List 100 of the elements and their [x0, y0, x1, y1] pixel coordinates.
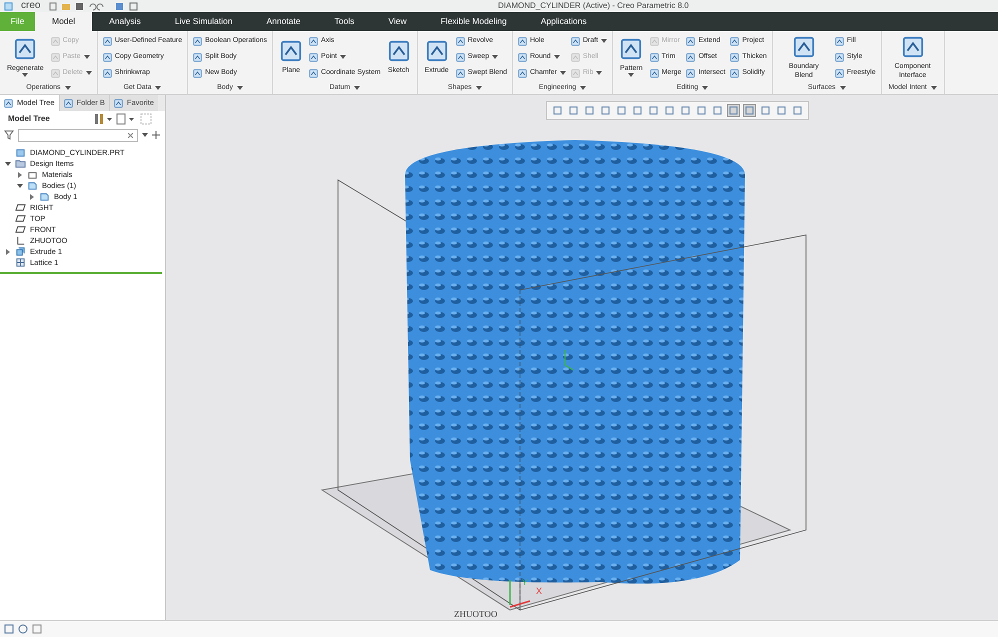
- tool-icon: [64, 98, 73, 108]
- collapsed-arrow-icon[interactable]: [16, 172, 22, 178]
- ribbon-tab[interactable]: Live Simulation: [158, 12, 250, 31]
- tool-icon: [570, 36, 580, 46]
- tool-icon: [730, 52, 740, 62]
- caret-icon: [476, 86, 482, 90]
- caret-icon: [560, 71, 566, 75]
- ribbon-tab[interactable]: View: [371, 12, 424, 31]
- view-tool-button[interactable]: [679, 104, 692, 117]
- caret-icon: [702, 86, 708, 90]
- tool-icon: [730, 68, 740, 78]
- add-icon[interactable]: [152, 131, 160, 139]
- view-tool-button[interactable]: [551, 104, 564, 117]
- tool-icon: [570, 52, 580, 62]
- tool-icon: [902, 36, 924, 58]
- tool-icon: [309, 52, 318, 62]
- tool-icon: [650, 68, 659, 78]
- tool-icon: [309, 36, 318, 46]
- view-tool-button[interactable]: [567, 104, 580, 117]
- collapsed-arrow-icon[interactable]: [28, 194, 34, 200]
- tool-icon: [834, 36, 844, 46]
- caret-icon: [930, 86, 937, 90]
- tool-icon: [686, 68, 696, 78]
- lattice-icon: [15, 257, 26, 268]
- tool-icon: [650, 36, 659, 46]
- tool-icon: [102, 52, 112, 62]
- tool-icon: [50, 52, 60, 62]
- tool-icon: [650, 52, 659, 62]
- axis-label: X: [536, 585, 542, 598]
- ribbon-tab[interactable]: Flexible Modeling: [424, 12, 524, 31]
- tool-icon: [50, 68, 60, 78]
- body-icon: [27, 180, 38, 191]
- ribbon-tab[interactable]: Applications: [524, 12, 604, 31]
- tool-icon: [686, 52, 696, 62]
- view-tool-button[interactable]: [791, 104, 804, 117]
- tool-icon: [102, 36, 112, 46]
- view-tool-button[interactable]: [631, 104, 644, 117]
- caret-icon: [840, 86, 846, 90]
- view-tool-button[interactable]: [583, 104, 596, 117]
- tool-icon: [50, 36, 60, 46]
- tool-icon: [193, 36, 202, 46]
- tool-icon: [456, 68, 465, 78]
- tool-icon: [456, 36, 465, 46]
- view-tool-button[interactable]: [663, 104, 676, 117]
- view-tool-button[interactable]: [695, 104, 708, 117]
- view-tool-button[interactable]: [759, 104, 772, 117]
- extrude-icon: [15, 246, 26, 257]
- view-tool-button[interactable]: [615, 104, 628, 117]
- view-tool-button[interactable]: [775, 104, 788, 117]
- tool-icon: [834, 52, 844, 62]
- tool-icon: [102, 68, 112, 78]
- expanded-arrow-icon[interactable]: [4, 160, 10, 166]
- collapsed-arrow-icon[interactable]: [4, 248, 10, 254]
- part-icon: [15, 147, 26, 158]
- search-field[interactable]: [18, 128, 138, 142]
- panel-title: Model Tree: [8, 113, 50, 125]
- app-logo: creo: [21, 1, 40, 11]
- caret-icon: [492, 55, 498, 59]
- expanded-arrow-icon[interactable]: [16, 182, 22, 188]
- view-tool-button[interactable]: [599, 104, 612, 117]
- tool-icon: [309, 68, 318, 78]
- caret-icon: [601, 39, 608, 43]
- window-title: DIAMOND_CYLINDER (Active) - Creo Parametric 8.0: [498, 0, 689, 12]
- tool-icon: [620, 38, 642, 60]
- caret-icon: [155, 86, 162, 90]
- ribbon-tab[interactable]: Model: [35, 12, 92, 31]
- caret-icon: [554, 55, 560, 59]
- ribbon-tab[interactable]: Annotate: [249, 12, 318, 31]
- tool-icon: [280, 40, 302, 62]
- coordinate-system-label: ZHUOTOO: [454, 608, 498, 621]
- view-tool-button[interactable]: [711, 104, 724, 117]
- plane-icon: [15, 224, 26, 235]
- caret-icon: [64, 86, 71, 90]
- tool-icon: [518, 36, 527, 46]
- caret-icon: [596, 71, 602, 75]
- tool-icon: [730, 36, 740, 46]
- caret-icon: [142, 133, 148, 137]
- ribbon-tab[interactable]: Tools: [317, 12, 372, 31]
- caret-icon: [86, 71, 92, 75]
- caret-icon: [628, 73, 634, 77]
- caret-icon: [580, 86, 586, 90]
- tool-icon: [4, 98, 13, 108]
- tool-icon: [193, 68, 202, 78]
- tool-icon: [834, 68, 844, 78]
- plane-icon: [15, 202, 26, 213]
- tool-icon: [193, 52, 202, 62]
- view-tool-button[interactable]: [647, 104, 660, 117]
- filter-icon[interactable]: [4, 130, 14, 140]
- view-tool-button[interactable]: [743, 104, 756, 117]
- coordinate-icon: [15, 235, 26, 246]
- tool-icon: [456, 52, 465, 62]
- caret-icon: [22, 73, 28, 77]
- tool-icon: [570, 68, 580, 78]
- tool-icon: [792, 36, 815, 58]
- tool-icon: [518, 68, 527, 78]
- app-logo-icon: [4, 2, 13, 10]
- view-tool-button[interactable]: [727, 104, 740, 117]
- ribbon-tab[interactable]: Analysis: [92, 12, 158, 31]
- caret-icon: [237, 86, 244, 90]
- clear-icon[interactable]: [128, 132, 133, 138]
